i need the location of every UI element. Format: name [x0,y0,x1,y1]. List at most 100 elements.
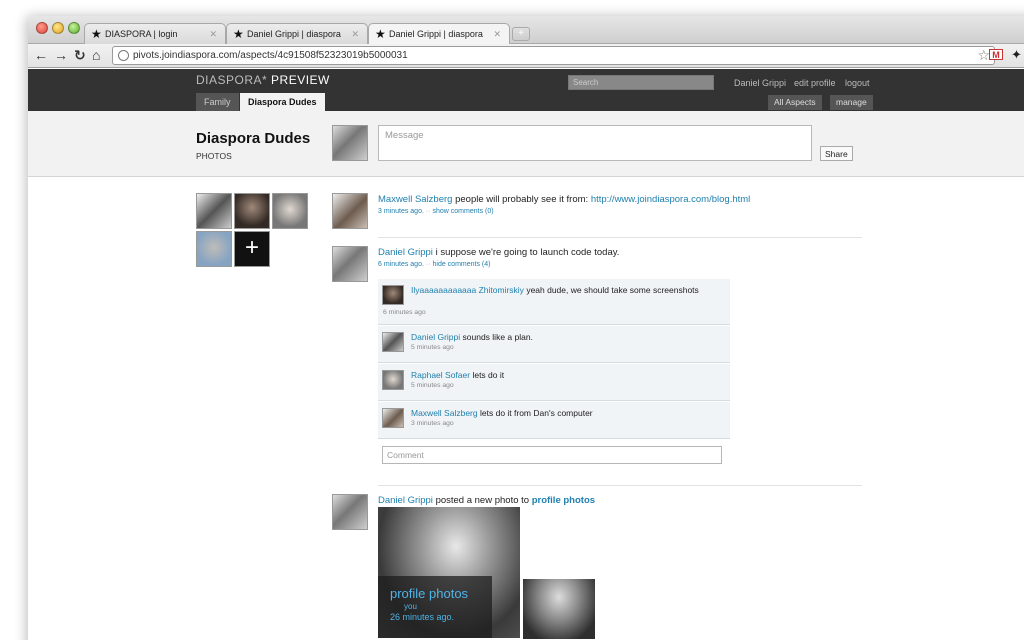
page-subtitle[interactable]: PHOTOS [196,151,232,161]
show-comments-link[interactable]: show comments (0) [433,208,494,215]
avatar[interactable] [332,246,368,282]
comment-timestamp: 3 minutes ago [411,420,454,427]
photo-thumbnail[interactable] [523,579,595,639]
back-arrow-icon[interactable]: ← [34,47,48,63]
post-url-link[interactable]: http://www.joindiaspora.com/blog.html [591,194,750,205]
share-button[interactable]: Share [820,146,853,161]
browser-toolbar: ← → ↻ ⌂ pivots.joindiaspora.com/aspects/… [28,44,1024,68]
message-input[interactable]: Message [378,125,812,161]
aspect-tab-diaspora-dudes[interactable]: Diaspora Dudes [240,93,325,111]
close-tab-icon[interactable]: ✕ [351,29,359,40]
comment-body: Ilyaaaaaaaaaaaa Zhitomirskiy yeah dude, … [411,285,721,296]
avatar[interactable] [382,408,404,428]
post-author-link[interactable]: Daniel Grippi [378,495,433,506]
post-text: i suppose we're going to launch code tod… [435,247,620,258]
all-aspects-button[interactable]: All Aspects [768,95,822,110]
friend-thumbnail[interactable] [196,231,232,267]
avatar[interactable] [332,125,368,161]
avatar[interactable] [332,494,368,530]
address-bar-url: pivots.joindiaspora.com/aspects/4c91508f… [133,50,408,61]
meta-separator: ·· [425,208,431,215]
comment-body: Raphael Sofaer lets do it [411,370,721,381]
new-tab-button[interactable]: + [512,27,530,41]
browser-tab-title: DIASPORA | login [105,29,178,39]
aspect-tab-family[interactable]: Family [196,93,239,111]
comment-timestamp: 6 minutes ago [383,309,426,316]
friend-thumbnail[interactable] [196,193,232,229]
brand-suffix: PREVIEW [271,73,330,87]
comment-text: yeah dude, we should take some screensho… [526,285,699,295]
diaspora-header: DIASPORA* PREVIEW Family Diaspora Dudes … [28,69,1024,111]
browser-titlebar: ★ DIASPORA | login ✕ ★ Daniel Grippi | d… [28,16,1024,46]
hide-comments-link[interactable]: hide comments (4) [433,261,491,268]
extension-icon[interactable]: ✦ [1011,47,1022,63]
diaspora-app: DIASPORA* PREVIEW Family Diaspora Dudes … [28,69,1024,640]
comment-item: Ilyaaaaaaaaaaaa Zhitomirskiy yeah dude, … [378,279,730,325]
browser-window: ★ DIASPORA | login ✕ ★ Daniel Grippi | d… [28,16,1024,640]
comment-text: sounds like a plan. [462,332,533,342]
avatar[interactable] [332,193,368,229]
comment-author-link[interactable]: Maxwell Salzberg [411,408,478,418]
close-tab-icon[interactable]: ✕ [209,29,217,40]
post-text: people will probably see it from: [455,194,589,205]
add-person-icon[interactable]: + [234,231,270,267]
post-content: Daniel Grippi posted a new photo to prof… [378,495,595,506]
comment-input[interactable]: Comment [382,446,722,464]
comment-author-link[interactable]: Ilyaaaaaaaaaaaa Zhitomirskiy [411,285,524,295]
overlay-time: 26 minutes ago. [390,612,455,622]
user-name-link[interactable]: Daniel Grippi [734,78,786,88]
comment-text: lets do it from Dan's computer [480,408,593,418]
comment-text: lets do it [472,370,505,380]
post-text: posted a new photo to [435,495,530,506]
diaspora-star-icon: ★ [233,27,244,41]
comment-item: Maxwell Salzberg lets do it from Dan's c… [378,402,730,439]
photo-overlay[interactable]: profile photos you 26 minutes ago. [378,576,492,638]
post-author-link[interactable]: Daniel Grippi [378,247,433,258]
avatar[interactable] [382,285,404,305]
post-content: Daniel Grippi i suppose we're going to l… [378,247,619,258]
globe-icon [118,50,129,61]
diaspora-star-icon: ★ [375,27,386,41]
post-timestamp[interactable]: 6 minutes ago. [378,261,424,268]
browser-tab-title: Daniel Grippi | diaspora [389,29,483,39]
edit-profile-link[interactable]: edit profile [794,78,836,88]
comment-timestamp: 5 minutes ago [411,344,454,351]
browser-tab[interactable]: ★ DIASPORA | login ✕ [84,23,226,45]
overlay-title: profile photos [390,586,469,601]
avatar[interactable] [382,332,404,352]
reload-icon[interactable]: ↻ [74,47,86,63]
forward-arrow-icon[interactable]: → [54,47,68,63]
brand-logo[interactable]: DIASPORA* PREVIEW [196,73,330,87]
comment-body: Daniel Grippi sounds like a plan. [411,332,721,343]
aspect-header: Diaspora Dudes PHOTOS Message Share [28,111,1024,177]
browser-tab-active[interactable]: ★ Daniel Grippi | diaspora ✕ [368,23,510,46]
comment-item: Daniel Grippi sounds like a plan. 5 minu… [378,326,730,363]
post-divider [378,485,862,486]
manage-button[interactable]: manage [830,95,873,110]
album-link[interactable]: profile photos [532,495,595,506]
minimize-window-button[interactable] [52,22,64,34]
post-timestamp[interactable]: 3 minutes ago. [378,208,424,215]
overlay-author: you [404,602,417,611]
home-icon[interactable]: ⌂ [92,47,100,63]
address-bar[interactable]: pivots.joindiaspora.com/aspects/4c91508f… [112,46,995,65]
brand-name: DIASPORA* [196,73,268,87]
meta-separator: ·· [425,261,431,268]
avatar[interactable] [382,370,404,390]
comment-item: Raphael Sofaer lets do it 5 minutes ago [378,364,730,401]
close-window-button[interactable] [36,22,48,34]
close-tab-icon[interactable]: ✕ [493,29,501,40]
search-input[interactable]: Search [568,75,714,90]
comment-timestamp: 5 minutes ago [411,382,454,389]
zoom-window-button[interactable] [68,22,80,34]
friend-thumbnail[interactable] [234,193,270,229]
comment-author-link[interactable]: Raphael Sofaer [411,370,470,380]
logout-link[interactable]: logout [845,78,870,88]
comment-body: Maxwell Salzberg lets do it from Dan's c… [411,408,721,419]
gmail-icon[interactable]: M [989,49,1003,60]
post-meta: 3 minutes ago. ·· show comments (0) [378,208,494,215]
browser-tab[interactable]: ★ Daniel Grippi | diaspora ✕ [226,23,368,45]
friend-thumbnail[interactable] [272,193,308,229]
comment-author-link[interactable]: Daniel Grippi [411,332,460,342]
post-author-link[interactable]: Maxwell Salzberg [378,194,452,205]
